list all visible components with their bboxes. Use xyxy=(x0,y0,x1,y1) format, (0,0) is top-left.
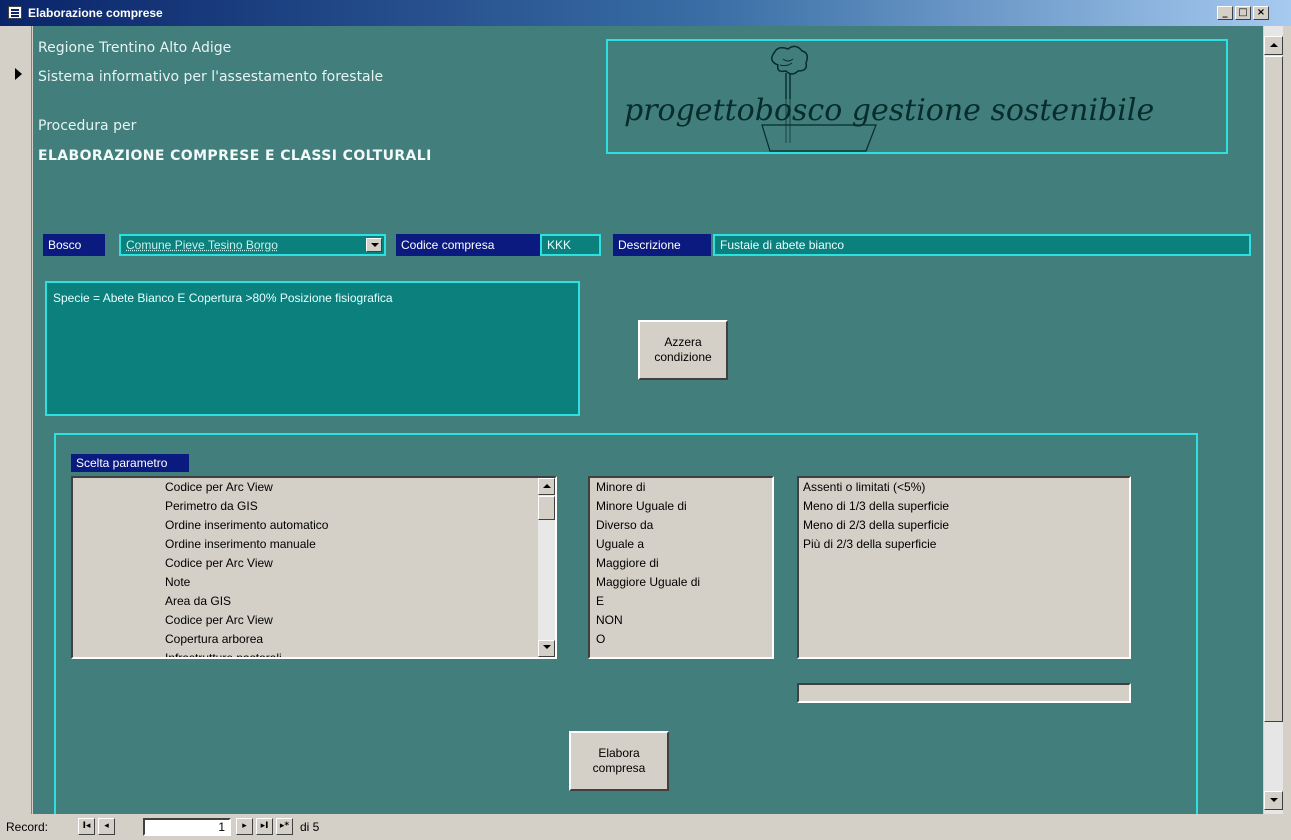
elabora-line2: compresa xyxy=(592,761,646,775)
current-record-arrow-icon xyxy=(15,68,22,80)
result-field[interactable] xyxy=(797,683,1131,703)
parameter-list-item[interactable]: Ordine inserimento manuale xyxy=(165,535,555,554)
logo-banner: progettobosco gestione sostenibile xyxy=(606,39,1228,154)
parameter-list-scrollbar[interactable] xyxy=(538,478,555,657)
record-label: Record: xyxy=(6,820,49,834)
parameter-list[interactable]: Codice per Arc View Perimetro da GIS Ordin… xyxy=(71,476,557,659)
operator-list-item[interactable]: Maggiore Uguale di xyxy=(596,573,772,592)
value-list-item[interactable]: Assenti o limitati (<5%) xyxy=(803,478,1129,497)
parameter-list-item[interactable]: Area da GIS xyxy=(165,592,555,611)
value-list-item[interactable]: Più di 2/3 della superficie xyxy=(803,535,1129,554)
scelta-parametro-label: Scelta parametro xyxy=(71,454,189,472)
parameter-list-item[interactable]: Infrastrutture pastorali xyxy=(165,649,555,657)
chevron-down-icon xyxy=(371,243,379,247)
elabora-line1: Elabora xyxy=(598,746,640,760)
procedure-title: ELABORAZIONE COMPRESE E CLASSI COLTURALI xyxy=(38,148,432,164)
operator-list-item[interactable]: Maggiore di xyxy=(596,554,772,573)
parameter-list-item[interactable]: Perimetro da GIS xyxy=(165,497,555,516)
logo-text: progettobosco gestione sostenibile xyxy=(624,93,1155,128)
operator-list-item[interactable]: O xyxy=(596,630,772,649)
system-title: Sistema informativo per l'assestamento f… xyxy=(38,69,384,85)
parameter-list-item[interactable]: Ordine inserimento automatico xyxy=(165,516,555,535)
descrizione-label: Descrizione xyxy=(613,234,711,256)
operator-list-item[interactable]: NON xyxy=(596,611,772,630)
window-title: Elaborazione comprese xyxy=(28,6,163,20)
scroll-down-button[interactable] xyxy=(538,640,555,657)
record-total: di 5 xyxy=(300,820,320,834)
operator-list-item[interactable]: Uguale a xyxy=(596,535,772,554)
codice-compresa-field[interactable]: KKK xyxy=(540,234,601,256)
chevron-up-icon xyxy=(543,484,551,488)
chevron-down-icon xyxy=(1270,798,1278,802)
form-scrollbar[interactable] xyxy=(1264,26,1283,814)
next-record-button[interactable]: ▸ xyxy=(236,818,253,835)
value-list-item[interactable]: Meno di 1/3 della superficie xyxy=(803,497,1129,516)
previous-record-button[interactable]: ◂ xyxy=(98,818,115,835)
form-scroll-thumb[interactable] xyxy=(1264,56,1283,722)
value-list-item[interactable]: Meno di 2/3 della superficie xyxy=(803,516,1129,535)
azzera-condizione-button[interactable]: Azzera condizione xyxy=(638,320,728,380)
region-title: Regione Trentino Alto Adige xyxy=(38,40,232,56)
parameter-list-item[interactable]: Codice per Arc View xyxy=(165,478,555,497)
azzera-line1: Azzera xyxy=(664,335,702,349)
form-scroll-down-button[interactable] xyxy=(1264,791,1283,810)
minimize-button[interactable]: _ xyxy=(1217,6,1233,20)
record-number-field[interactable]: 1 xyxy=(143,818,231,836)
procedure-label: Procedura per xyxy=(38,118,137,134)
operator-list-item[interactable]: Minore Uguale di xyxy=(596,497,772,516)
parameter-list-item[interactable]: Copertura arborea xyxy=(165,630,555,649)
form-icon xyxy=(8,6,22,19)
last-record-button[interactable]: ▸I xyxy=(256,818,273,835)
window-title-bar[interactable]: Elaborazione comprese _ □ × xyxy=(0,0,1291,26)
scroll-up-button[interactable] xyxy=(538,478,555,495)
record-selector[interactable] xyxy=(6,26,32,814)
chevron-up-icon xyxy=(1270,43,1278,47)
chevron-down-icon xyxy=(543,645,551,649)
dropdown-button[interactable] xyxy=(366,238,382,252)
new-record-button[interactable]: ▸* xyxy=(276,818,293,835)
bosco-label: Bosco xyxy=(43,234,105,256)
operator-list-item[interactable]: Diverso da xyxy=(596,516,772,535)
bosco-value: Comune Pieve Tesino Borgo xyxy=(126,238,278,252)
codice-compresa-label: Codice compresa xyxy=(396,234,540,256)
operator-list-item[interactable]: Minore di xyxy=(596,478,772,497)
operator-list[interactable]: Minore di Minore Uguale di Diverso da Ugual… xyxy=(588,476,774,659)
maximize-button[interactable]: □ xyxy=(1235,6,1251,20)
operator-list-item[interactable]: E xyxy=(596,592,772,611)
condition-text-area[interactable]: Specie = Abete Bianco E Copertura >80% P… xyxy=(45,281,580,416)
parameter-list-item[interactable]: Codice per Arc View xyxy=(165,554,555,573)
azzera-line2: condizione xyxy=(654,350,712,364)
condition-text: Specie = Abete Bianco E Copertura >80% P… xyxy=(53,291,393,305)
close-button[interactable]: × xyxy=(1253,6,1269,20)
record-navigation-bar: Record: I◂ ◂ 1 ▸ ▸I ▸* di 5 xyxy=(0,814,1291,840)
descrizione-field[interactable]: Fustaie di abete bianco xyxy=(713,234,1251,256)
scroll-thumb[interactable] xyxy=(538,496,555,520)
first-record-button[interactable]: I◂ xyxy=(78,818,95,835)
form-scroll-up-button[interactable] xyxy=(1264,36,1283,55)
parameter-list-item[interactable]: Codice per Arc View xyxy=(165,611,555,630)
parameter-list-item[interactable]: Note xyxy=(165,573,555,592)
form-body: Regione Trentino Alto Adige Sistema info… xyxy=(33,26,1263,814)
bosco-combo[interactable]: Comune Pieve Tesino Borgo xyxy=(119,234,386,256)
elabora-compresa-button[interactable]: Elabora compresa xyxy=(569,731,669,791)
value-list[interactable]: Assenti o limitati (<5%) Meno di 1/3 dell… xyxy=(797,476,1131,659)
